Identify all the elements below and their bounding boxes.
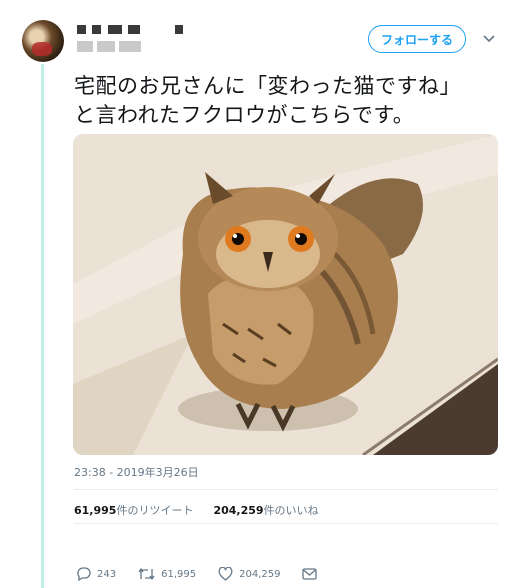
like-button[interactable]: 204,259	[218, 567, 280, 581]
like-count: 204,259	[239, 568, 281, 580]
divider	[74, 489, 498, 490]
retweets-stat[interactable]: 61,995件のリツイート	[74, 502, 193, 518]
heart-icon	[218, 567, 233, 581]
avatar[interactable]	[22, 20, 64, 62]
tweet-stats: 61,995件のリツイート 204,259件のいいね	[74, 502, 319, 518]
divider	[74, 523, 498, 524]
tweet-text: 宅配のお兄さんに「変わった猫ですね」 と言われたフクロウがこちらです。	[74, 74, 461, 127]
chevron-down-icon[interactable]	[482, 32, 496, 46]
direct-message-button[interactable]	[302, 568, 318, 580]
reply-count: 243	[97, 568, 117, 580]
tweet-timestamp[interactable]: 23:38 - 2019年3月26日	[74, 464, 199, 480]
reply-button[interactable]: 243	[76, 567, 116, 581]
owl-photo[interactable]	[73, 134, 498, 455]
action-bar: 243 61,995 204,259	[76, 567, 339, 581]
reply-icon	[76, 567, 91, 581]
likes-stat[interactable]: 204,259件のいいね	[213, 502, 318, 518]
follow-button[interactable]: フォローする	[368, 25, 466, 53]
retweet-count: 61,995	[161, 568, 197, 580]
thread-line	[41, 64, 44, 588]
retweet-icon	[138, 567, 155, 581]
retweet-button[interactable]: 61,995	[138, 567, 196, 581]
envelope-icon	[302, 568, 318, 580]
